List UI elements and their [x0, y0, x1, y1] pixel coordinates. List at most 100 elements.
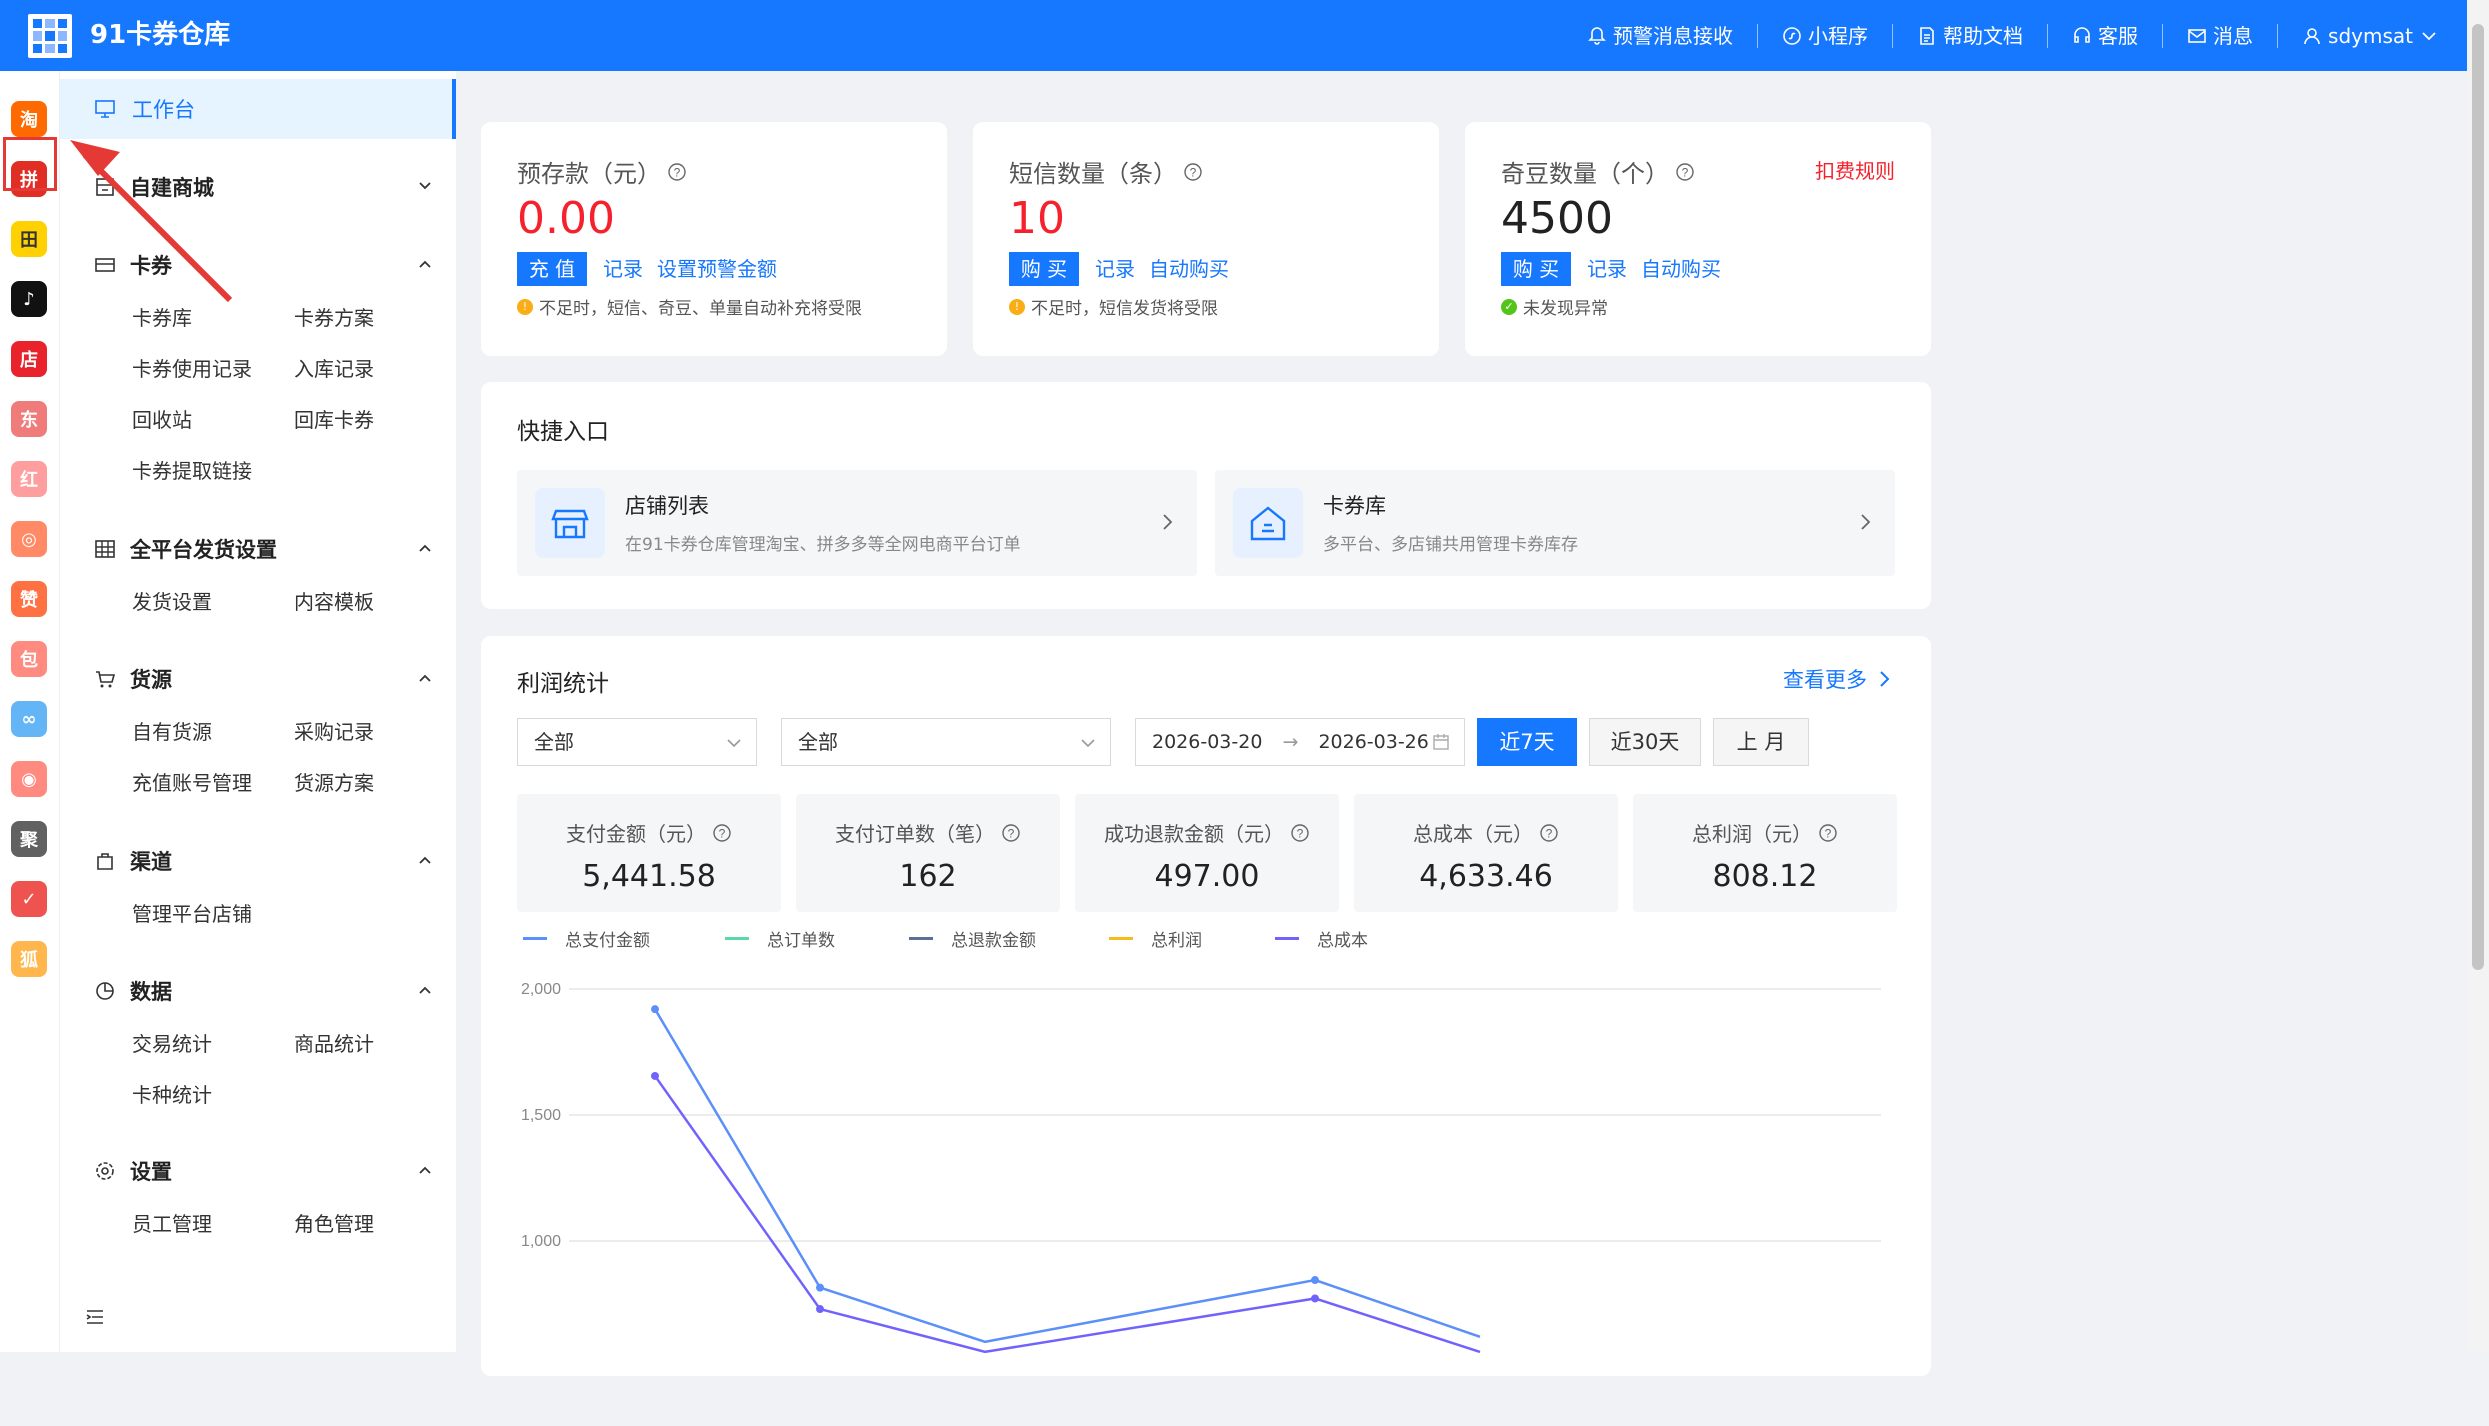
chart-legend-item[interactable]: 总退款金额: [909, 926, 1036, 951]
sidebar-item[interactable]: 卡券使用记录: [132, 353, 252, 382]
platform-app-icon[interactable]: 红: [11, 461, 47, 497]
stat-value: 497.00: [1154, 859, 1260, 894]
platform-app-icon[interactable]: 田: [11, 221, 47, 257]
sidebar-item[interactable]: 发货设置: [132, 586, 212, 615]
view-more-link[interactable]: 查看更多: [1783, 664, 1895, 694]
date-start[interactable]: 2026-03-20: [1152, 731, 1262, 753]
platform-app-icon[interactable]: 店: [11, 341, 47, 377]
help-icon[interactable]: ?: [1818, 823, 1838, 843]
chart-legend-item[interactable]: 总订单数: [725, 926, 835, 951]
platform-app-icon[interactable]: 淘: [11, 101, 47, 137]
sidebar-item[interactable]: 回库卡券: [294, 404, 374, 433]
platform-app-icon[interactable]: 包: [11, 641, 47, 677]
platform-filter-select[interactable]: 全部: [517, 718, 757, 766]
sidebar-group-5[interactable]: 数据: [94, 975, 434, 1007]
data-point[interactable]: [651, 1005, 659, 1014]
auto-buy-link[interactable]: 自动购买: [1641, 252, 1721, 286]
kpi-label-text: 短信数量（条）: [1009, 160, 1177, 188]
chart-legend-item[interactable]: 总利润: [1109, 926, 1202, 951]
sidebar-item[interactable]: 角色管理: [294, 1208, 374, 1237]
sidebar-item[interactable]: 交易统计: [132, 1028, 212, 1057]
records-link[interactable]: 记录: [1587, 252, 1627, 286]
messages-link[interactable]: 消息: [2163, 23, 2279, 48]
data-point[interactable]: [816, 1305, 824, 1314]
svg-text:?: ?: [1297, 826, 1304, 840]
help-icon[interactable]: ?: [1001, 823, 1021, 843]
range-30days-button[interactable]: 近30天: [1589, 718, 1701, 766]
vertical-scrollbar[interactable]: [2467, 0, 2489, 1352]
legend-label: 总利润: [1151, 931, 1202, 951]
platform-app-icon[interactable]: ◎: [11, 521, 47, 557]
platform-app-icon[interactable]: ◉: [11, 761, 47, 797]
sidebar-item[interactable]: 管理平台店铺: [132, 898, 252, 927]
recharge-button[interactable]: 充 值: [517, 252, 587, 286]
buy-button[interactable]: 购 买: [1009, 252, 1079, 286]
sidebar-group-6[interactable]: 设置: [94, 1155, 434, 1187]
sidebar-item[interactable]: 卡券提取链接: [132, 455, 252, 484]
help-icon[interactable]: ?: [1675, 162, 1695, 182]
sidebar-group-2[interactable]: 全平台发货设置: [94, 533, 434, 565]
warning-message-link[interactable]: 预警消息接收: [1563, 23, 1759, 48]
sidebar-item[interactable]: 员工管理: [132, 1208, 212, 1237]
date-range-picker[interactable]: 2026-03-20 → 2026-03-26: [1135, 718, 1465, 766]
platform-app-icon[interactable]: ✓: [11, 881, 47, 917]
data-point[interactable]: [1311, 1294, 1319, 1303]
help-icon[interactable]: ?: [1183, 162, 1203, 182]
user-menu[interactable]: sdymsat: [2278, 24, 2439, 48]
customer-service-link[interactable]: 客服: [2048, 23, 2164, 48]
sidebar-item[interactable]: 商品统计: [294, 1028, 374, 1057]
legend-swatch: [725, 937, 749, 940]
sidebar-item[interactable]: 货源方案: [294, 767, 374, 796]
username: sdymsat: [2328, 23, 2413, 48]
scrollbar-thumb[interactable]: [2472, 24, 2484, 970]
chart-legend-item[interactable]: 总成本: [1275, 926, 1368, 951]
quick-entry-store-list[interactable]: 店铺列表 在91卡券仓库管理淘宝、拼多多等全网电商平台订单: [517, 470, 1197, 576]
sidebar-item[interactable]: 自有货源: [132, 716, 212, 745]
records-link[interactable]: 记录: [1095, 252, 1135, 286]
records-link[interactable]: 记录: [603, 252, 643, 286]
platform-app-icon[interactable]: 赞: [11, 581, 47, 617]
sidebar-item[interactable]: 采购记录: [294, 716, 374, 745]
data-point[interactable]: [816, 1283, 824, 1292]
sidebar-item[interactable]: 回收站: [132, 404, 192, 433]
chart-legend-item[interactable]: 总支付金额: [523, 926, 650, 951]
data-point[interactable]: [651, 1071, 659, 1080]
sidebar-item[interactable]: 卡种统计: [132, 1079, 212, 1108]
stat-label-text: 总利润（元）: [1692, 822, 1812, 846]
auto-buy-link[interactable]: 自动购买: [1149, 252, 1229, 286]
sidebar-item[interactable]: 入库记录: [294, 353, 374, 382]
svg-text:?: ?: [1546, 826, 1553, 840]
sidebar-group-4[interactable]: 渠道: [94, 845, 434, 877]
range-7days-button[interactable]: 近7天: [1477, 718, 1577, 766]
svg-text:?: ?: [1825, 826, 1832, 840]
miniprogram-link[interactable]: 小程序: [1758, 23, 1894, 48]
platform-app-icon[interactable]: ∞: [11, 701, 47, 737]
help-icon[interactable]: ?: [667, 162, 687, 182]
platform-app-icon[interactable]: 狐: [11, 941, 47, 977]
range-last-month-button[interactable]: 上 月: [1713, 718, 1809, 766]
app-logo[interactable]: [28, 14, 72, 58]
help-icon[interactable]: ?: [1290, 823, 1310, 843]
platform-app-icon[interactable]: ♪: [11, 281, 47, 317]
buy-button[interactable]: 购 买: [1501, 252, 1571, 286]
collapse-sidebar-button[interactable]: [84, 1306, 106, 1332]
quick-entry-card-library[interactable]: 卡券库 多平台、多店铺共用管理卡券库存: [1215, 470, 1895, 576]
help-docs-label: 帮助文档: [1943, 23, 2024, 48]
help-docs-link[interactable]: 帮助文档: [1893, 23, 2049, 48]
quick-entry-label: 卡券库: [1323, 494, 1386, 518]
set-warning-amount-link[interactable]: 设置预警金额: [657, 252, 777, 286]
date-end[interactable]: 2026-03-26: [1318, 731, 1428, 753]
sidebar-group-3[interactable]: 货源: [94, 663, 434, 695]
sidebar-item[interactable]: 卡券方案: [294, 302, 374, 331]
mail-icon: [2188, 28, 2206, 43]
sidebar-item[interactable]: 充值账号管理: [132, 767, 252, 796]
platform-app-icon[interactable]: 聚: [11, 821, 47, 857]
platform-app-icon[interactable]: 东: [11, 401, 47, 437]
shop-filter-select[interactable]: 全部: [781, 718, 1111, 766]
help-icon[interactable]: ?: [1539, 823, 1559, 843]
sidebar-item[interactable]: 内容模板: [294, 586, 374, 615]
data-point[interactable]: [1311, 1276, 1319, 1285]
billing-rules-link[interactable]: 扣费规则: [1815, 154, 1895, 188]
help-icon[interactable]: ?: [712, 823, 732, 843]
y-tick-label: 1,500: [521, 1107, 561, 1124]
